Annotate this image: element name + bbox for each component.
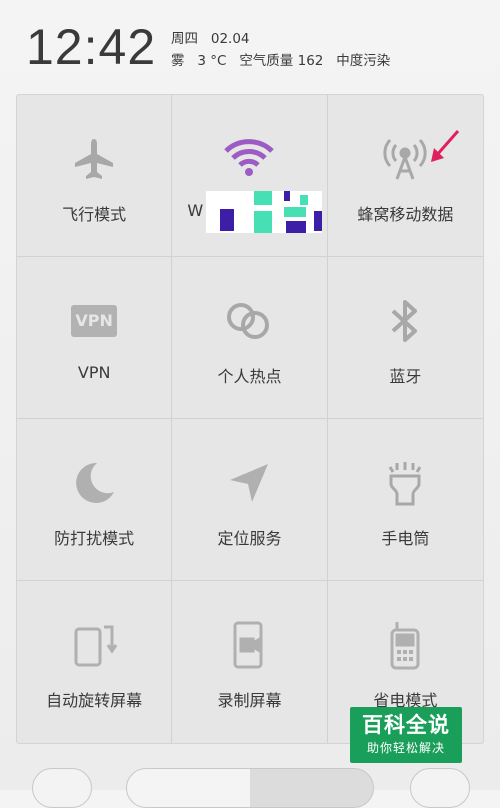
pollution-level: 中度污染 [336, 53, 391, 69]
tile-label: 飞行模式 [62, 205, 127, 224]
annotation-arrow-icon [431, 130, 460, 162]
tile-label: 蜂窝移动数据 [357, 205, 454, 224]
tile-bluetooth[interactable]: 蓝牙 [327, 257, 483, 419]
tile-label: VPN [77, 363, 111, 382]
rotate-screen-icon [68, 619, 120, 671]
tile-label: 自动旋转屏幕 [46, 691, 143, 710]
screen-record-icon [223, 619, 275, 671]
tile-location[interactable]: 定位服务 [172, 419, 328, 581]
watermark-logo: 百科全说 助你轻松解决 [350, 707, 462, 763]
tile-label: 手电筒 [381, 529, 430, 548]
bluetooth-icon [379, 295, 431, 347]
cellular-tower-icon [379, 133, 431, 185]
tile-hotspot[interactable]: 个人热点 [172, 257, 328, 419]
weather: 雾 [171, 53, 185, 69]
temperature: 3 °C [197, 53, 227, 69]
tile-vpn[interactable]: VPN VPN [17, 257, 173, 419]
censor-mosaic [206, 191, 322, 233]
airplane-icon [68, 133, 120, 185]
hotspot-icon [223, 295, 275, 347]
tile-auto-rotate[interactable]: 自动旋转屏幕 [17, 581, 173, 743]
flashlight-icon [379, 457, 431, 509]
date-weather-info: 周四 02.04 雾 3 °C 空气质量 162 中度污染 [171, 28, 390, 72]
clock-time: 12:42 [26, 19, 157, 75]
tile-label: 个人热点 [217, 367, 282, 386]
tile-do-not-disturb[interactable]: 防打扰模式 [17, 419, 173, 581]
bottom-left-button[interactable] [32, 768, 92, 808]
bottom-right-button[interactable] [410, 768, 470, 808]
tile-label: 防打扰模式 [54, 529, 135, 548]
power-saving-icon [379, 619, 431, 671]
tile-flashlight[interactable]: 手电筒 [327, 419, 483, 581]
tile-screen-record[interactable]: 录制屏幕 [172, 581, 328, 743]
tile-label: 蓝牙 [389, 367, 422, 386]
vpn-icon: VPN [68, 295, 120, 347]
tile-airplane-mode[interactable]: 飞行模式 [17, 95, 173, 257]
tile-label: 定位服务 [217, 529, 282, 548]
date: 02.04 [210, 31, 250, 47]
location-arrow-icon [223, 457, 275, 509]
bottom-toggle-button[interactable] [126, 768, 374, 808]
tile-cellular-data[interactable]: 蜂窝移动数据 [327, 95, 483, 257]
wifi-icon [223, 133, 275, 185]
moon-icon [68, 457, 120, 509]
tile-label: 录制屏幕 [217, 691, 282, 710]
air-quality: 空气质量 162 [239, 53, 324, 69]
weekday: 周四 [171, 31, 198, 47]
